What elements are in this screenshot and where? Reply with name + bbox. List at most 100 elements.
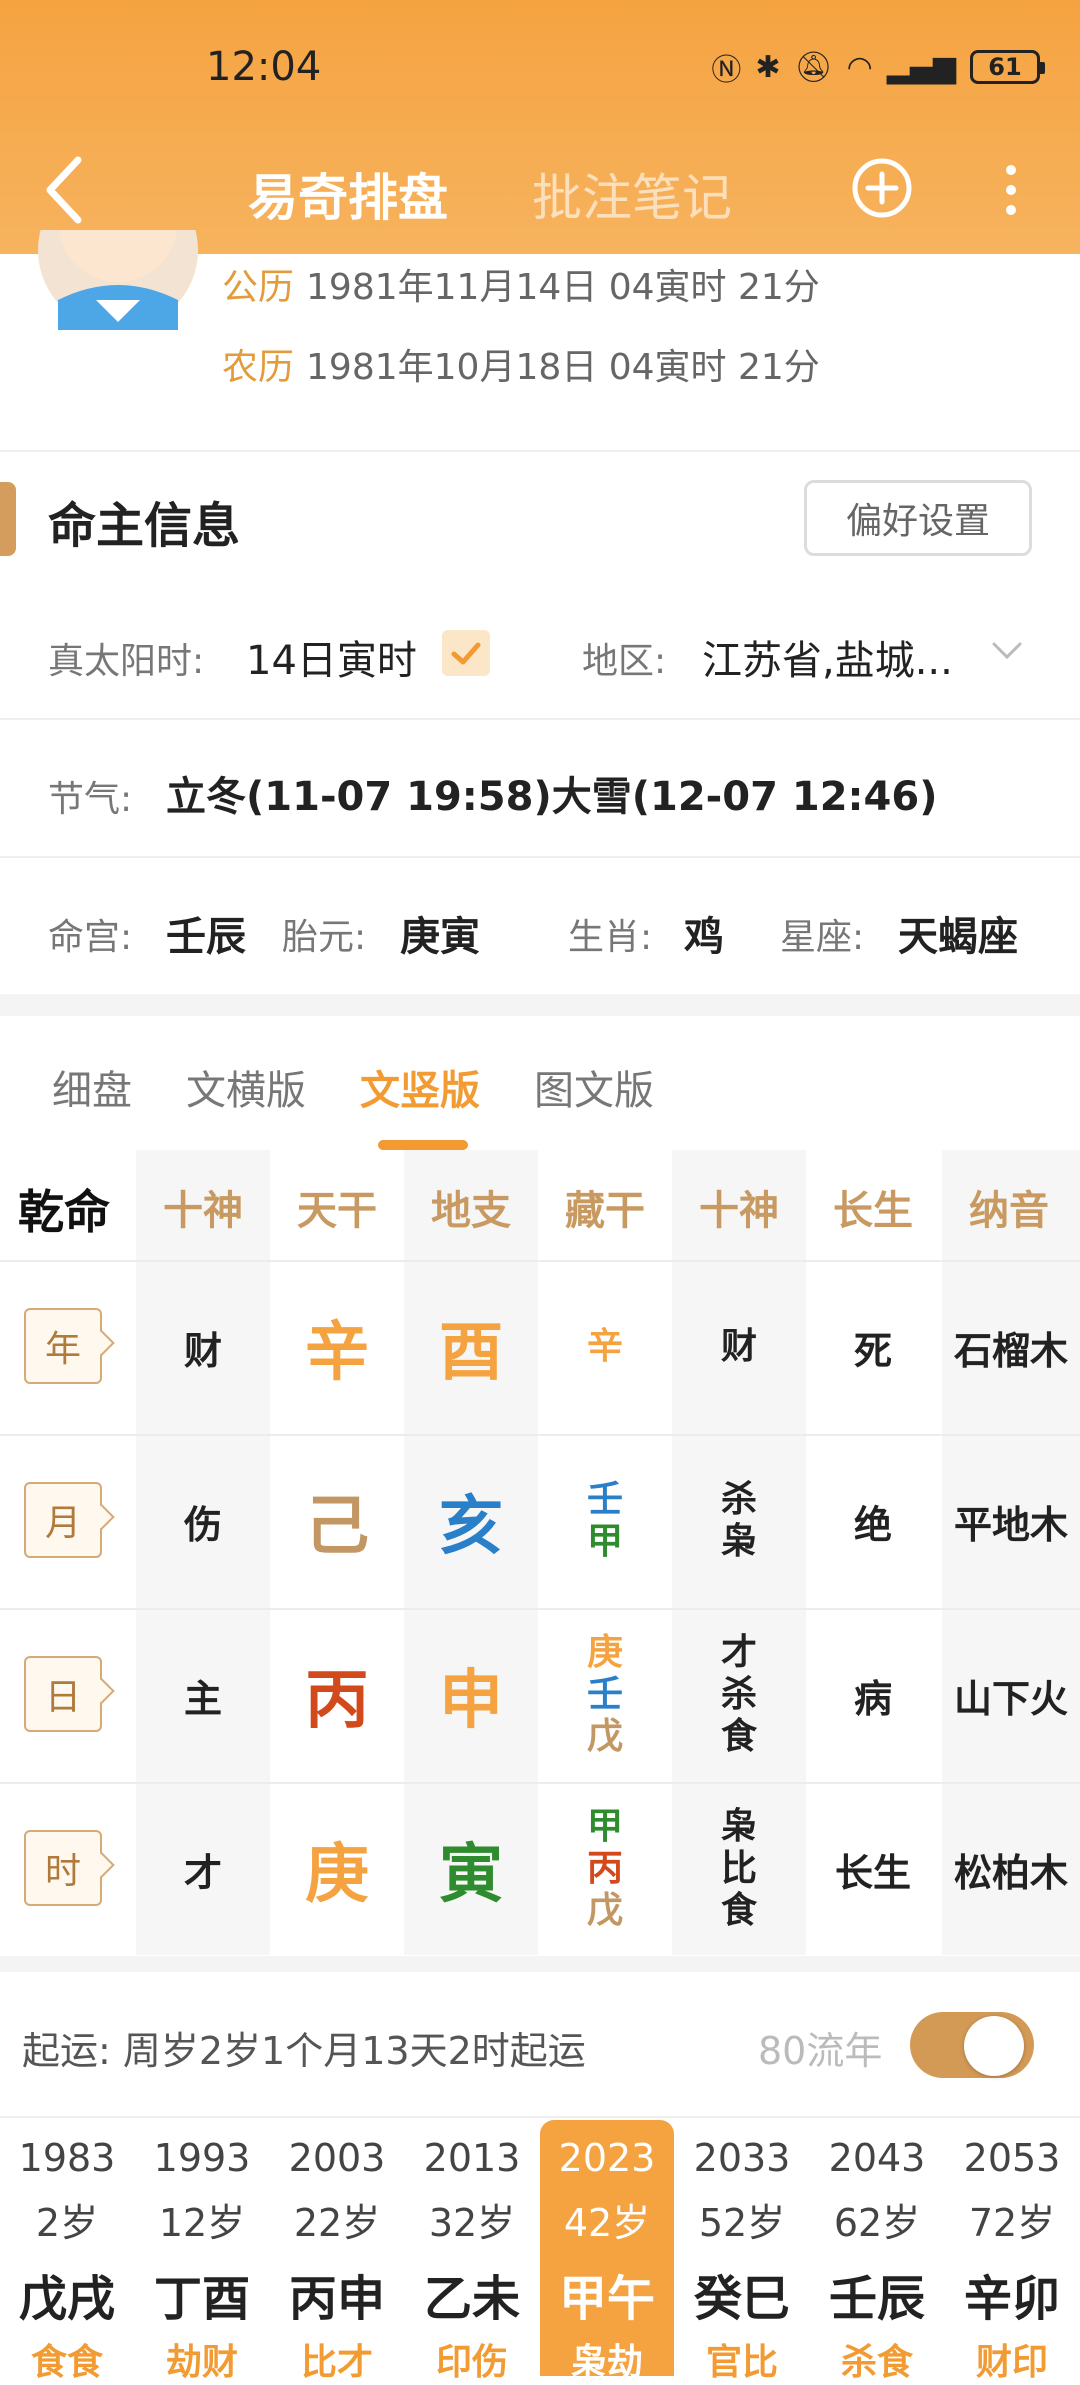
true-solar-checkbox[interactable] — [442, 630, 490, 676]
cell-changsheng: 死 — [853, 1328, 892, 1373]
canggan-char: 壬 — [586, 1479, 623, 1520]
cell-dizhi: 酉 — [439, 1316, 503, 1390]
header-shishen2: 十神 — [699, 1188, 779, 1234]
dayun-column[interactable]: 2043 62岁 壬辰 杀食 — [810, 2120, 944, 2383]
minggong-value: 壬辰 — [166, 914, 246, 960]
dayun-column[interactable]: 2053 72岁 辛卯 财印 — [945, 2120, 1079, 2383]
shishen2-char: 才 — [720, 1632, 757, 1673]
avatar — [38, 230, 198, 330]
add-circle-icon[interactable] — [850, 156, 914, 220]
pillar-year[interactable]: 年 — [24, 1308, 102, 1384]
toggle-knob[interactable] — [964, 2016, 1024, 2076]
cell-nayin: 松柏木 — [953, 1850, 1068, 1895]
cell-shishen2: 枭 比 食 — [672, 1782, 806, 1956]
lunar-value: 1981年10月18日 04寅时 21分 — [306, 347, 820, 388]
cell-shishen: 主 — [183, 1676, 222, 1721]
dayun-age: 52岁 — [698, 2201, 786, 2245]
lunar-date-row: 农历 1981年10月18日 04寅时 21分 — [222, 338, 820, 390]
more-vertical-icon[interactable] — [996, 160, 1026, 220]
shishen2-char: 财 — [720, 1326, 757, 1367]
tab-vertical[interactable]: 文竖版 — [360, 1058, 480, 1116]
divider — [0, 2116, 1080, 2118]
tab-detail[interactable]: 细盘 — [52, 1058, 132, 1116]
cell-tiangan: 辛 — [305, 1316, 369, 1390]
pillar-day[interactable]: 日 — [24, 1656, 102, 1732]
dayun-ganzhi: 癸巳 — [693, 2271, 790, 2327]
cell-changsheng: 长生 — [834, 1850, 911, 1895]
dayun-year: 2003 — [288, 2136, 386, 2180]
header-tiangan: 天干 — [297, 1188, 377, 1234]
back-arrow-icon[interactable] — [40, 150, 90, 230]
dayun-ganzhi: 丁酉 — [153, 2271, 250, 2327]
signal-icon: ▂▄▆ — [886, 49, 956, 85]
canggan-char: 戊 — [586, 1890, 623, 1931]
battery-icon: 61 — [970, 50, 1045, 84]
divider — [0, 718, 1080, 720]
dayun-column[interactable]: 2013 32岁 乙未 印伤 — [405, 2120, 539, 2383]
shengxiao-label: 生肖: — [568, 917, 653, 958]
status-icons: Ⓝ ✱ 🔕︎ ◠ ▂▄▆ 61 — [711, 44, 1045, 90]
dayun-column[interactable]: 2003 22岁 丙申 比才 — [270, 2120, 404, 2383]
cell-shishen: 伤 — [183, 1502, 222, 1547]
chevron-down-icon[interactable] — [990, 636, 1024, 666]
canggan-char: 庚 — [586, 1632, 623, 1673]
dayun-column[interactable]: 1993 12岁 丁酉 劫财 — [135, 2120, 269, 2383]
canggan-char: 壬 — [586, 1674, 623, 1715]
tab-paipan[interactable]: 易奇排盘 — [248, 158, 448, 230]
region-value[interactable]: 江苏省,盐城... — [702, 628, 953, 686]
canggan-char: 丙 — [586, 1848, 623, 1889]
qiyun-label: 起运: 周岁2岁1个月13天2时起运 — [22, 2029, 586, 2073]
section-marker — [0, 482, 16, 556]
lunar-key: 农历 — [222, 347, 295, 388]
dayun-year: 2053 — [963, 2136, 1061, 2180]
true-solar-label: 真太阳时: — [48, 641, 205, 682]
canggan-char: 辛 — [586, 1326, 623, 1367]
wifi-icon: ◠ — [846, 49, 873, 85]
solar-value: 1981年11月14日 04寅时 21分 — [306, 267, 820, 308]
dayun-shishen: 食食 — [30, 2342, 103, 2383]
divider — [0, 856, 1080, 858]
dayun-shishen: 杀食 — [840, 2342, 913, 2383]
header-dizhi: 地支 — [431, 1188, 511, 1234]
preference-settings-button[interactable]: 偏好设置 — [804, 480, 1032, 556]
pillar-hour[interactable]: 时 — [24, 1830, 102, 1906]
shishen2-char: 杀 — [720, 1479, 757, 1520]
dayun-year: 2023 — [558, 2136, 656, 2180]
dayun-ganzhi: 丙申 — [288, 2271, 385, 2327]
active-tab-indicator — [378, 1140, 468, 1150]
dayun-column[interactable]: 1983 2岁 戊戌 食食 — [0, 2120, 134, 2383]
shishen2-char: 食 — [720, 1890, 757, 1931]
cell-tiangan: 己 — [305, 1490, 369, 1564]
tab-horizontal[interactable]: 文横版 — [186, 1058, 306, 1116]
dayun-shishen: 比才 — [300, 2342, 373, 2383]
solar-key: 公历 — [222, 267, 295, 308]
dayun-column[interactable]: 2033 52岁 癸巳 官比 — [675, 2120, 809, 2383]
bluetooth-icon: ✱ — [755, 49, 781, 85]
header-changsheng: 长生 — [833, 1188, 913, 1234]
dayun-year: 1983 — [18, 2136, 116, 2180]
pillar-month[interactable]: 月 — [24, 1482, 102, 1558]
dayun-age: 72岁 — [968, 2201, 1056, 2245]
divider — [0, 450, 1080, 452]
dayun-column-active[interactable]: 2023 42岁 甲午 枭劫 — [540, 2120, 674, 2383]
header-canggan: 藏干 — [565, 1188, 645, 1234]
minggong-label: 命宫: — [48, 917, 133, 958]
dayun-shishen: 劫财 — [165, 2342, 238, 2383]
cell-shishen2: 才 杀 食 — [672, 1608, 806, 1782]
tab-notes[interactable]: 批注笔记 — [532, 158, 732, 230]
gender-label: 乾命 — [18, 1185, 110, 1239]
tab-graphic[interactable]: 图文版 — [534, 1058, 654, 1116]
shengxiao-value: 鸡 — [684, 914, 724, 960]
cell-canggan: 甲 丙 戊 — [538, 1782, 672, 1956]
cell-canggan: 壬 甲 — [538, 1434, 672, 1608]
shishen2-char: 食 — [720, 1716, 757, 1757]
shishen2-char: 枭 — [720, 1806, 757, 1847]
cell-changsheng: 病 — [853, 1676, 892, 1721]
jieqi-value: 立冬(11-07 19:58)大雪(12-07 12:46) — [166, 774, 938, 820]
status-time: 12:04 — [206, 44, 322, 90]
section-gap — [0, 994, 1080, 1016]
cell-dizhi: 申 — [439, 1664, 503, 1738]
flow-year-label: 80流年 — [758, 2029, 883, 2073]
shishen2-char: 杀 — [720, 1674, 757, 1715]
section-title: 命主信息 — [48, 498, 241, 554]
